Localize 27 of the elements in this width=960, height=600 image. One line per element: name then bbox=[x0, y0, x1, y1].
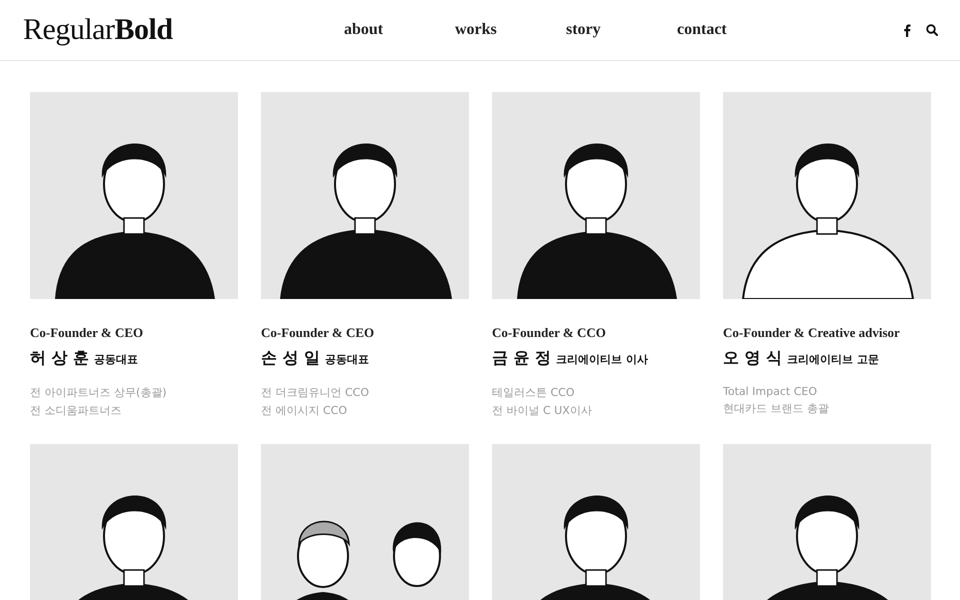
bio-line: 전 소디움파트너즈 bbox=[30, 403, 122, 418]
bio-line: 테일러스튼 CCO bbox=[492, 385, 576, 400]
member-role: 크리에이티브 고문 bbox=[787, 352, 879, 367]
member-name: 허 상 훈 bbox=[30, 348, 90, 369]
member-role: 공동대표 bbox=[325, 352, 370, 367]
facebook-icon[interactable] bbox=[903, 24, 911, 36]
bio-line: 전 아이파트너즈 상무(총괄) bbox=[30, 385, 168, 400]
bio-line: 현대카드 브랜드 총괄 bbox=[723, 401, 830, 416]
nav-link[interactable]: about bbox=[344, 21, 455, 39]
member-name: 금 윤 정 bbox=[492, 348, 552, 369]
member-title: Co-Founder & CEO bbox=[30, 325, 144, 341]
member-name: 오 영 식 bbox=[723, 348, 782, 369]
search-icon[interactable] bbox=[926, 24, 938, 36]
member-title: Co-Founder & CEO bbox=[261, 325, 376, 341]
member-role: 크리에이티브 이사 bbox=[556, 352, 648, 367]
member-name: 손 성 일 bbox=[261, 348, 320, 369]
nav-link[interactable]: story bbox=[566, 21, 677, 39]
bio-line: 전 더크림유니언 CCO bbox=[261, 385, 370, 400]
member-title: Co-Founder & CCO bbox=[492, 325, 607, 341]
nav-link[interactable]: contact bbox=[677, 21, 788, 39]
bio-line: Total Impact CEO bbox=[723, 385, 818, 398]
logo[interactable]: RegularBold bbox=[23, 13, 323, 47]
bio-line: 전 바이널 C UX이사 bbox=[492, 403, 593, 418]
nav-link[interactable]: works bbox=[455, 21, 566, 39]
member-role: 공동대표 bbox=[94, 352, 138, 367]
bio-line: 전 에이시지 CCO bbox=[261, 403, 348, 418]
member-title: Co-Founder & Creative advisor bbox=[723, 325, 901, 341]
